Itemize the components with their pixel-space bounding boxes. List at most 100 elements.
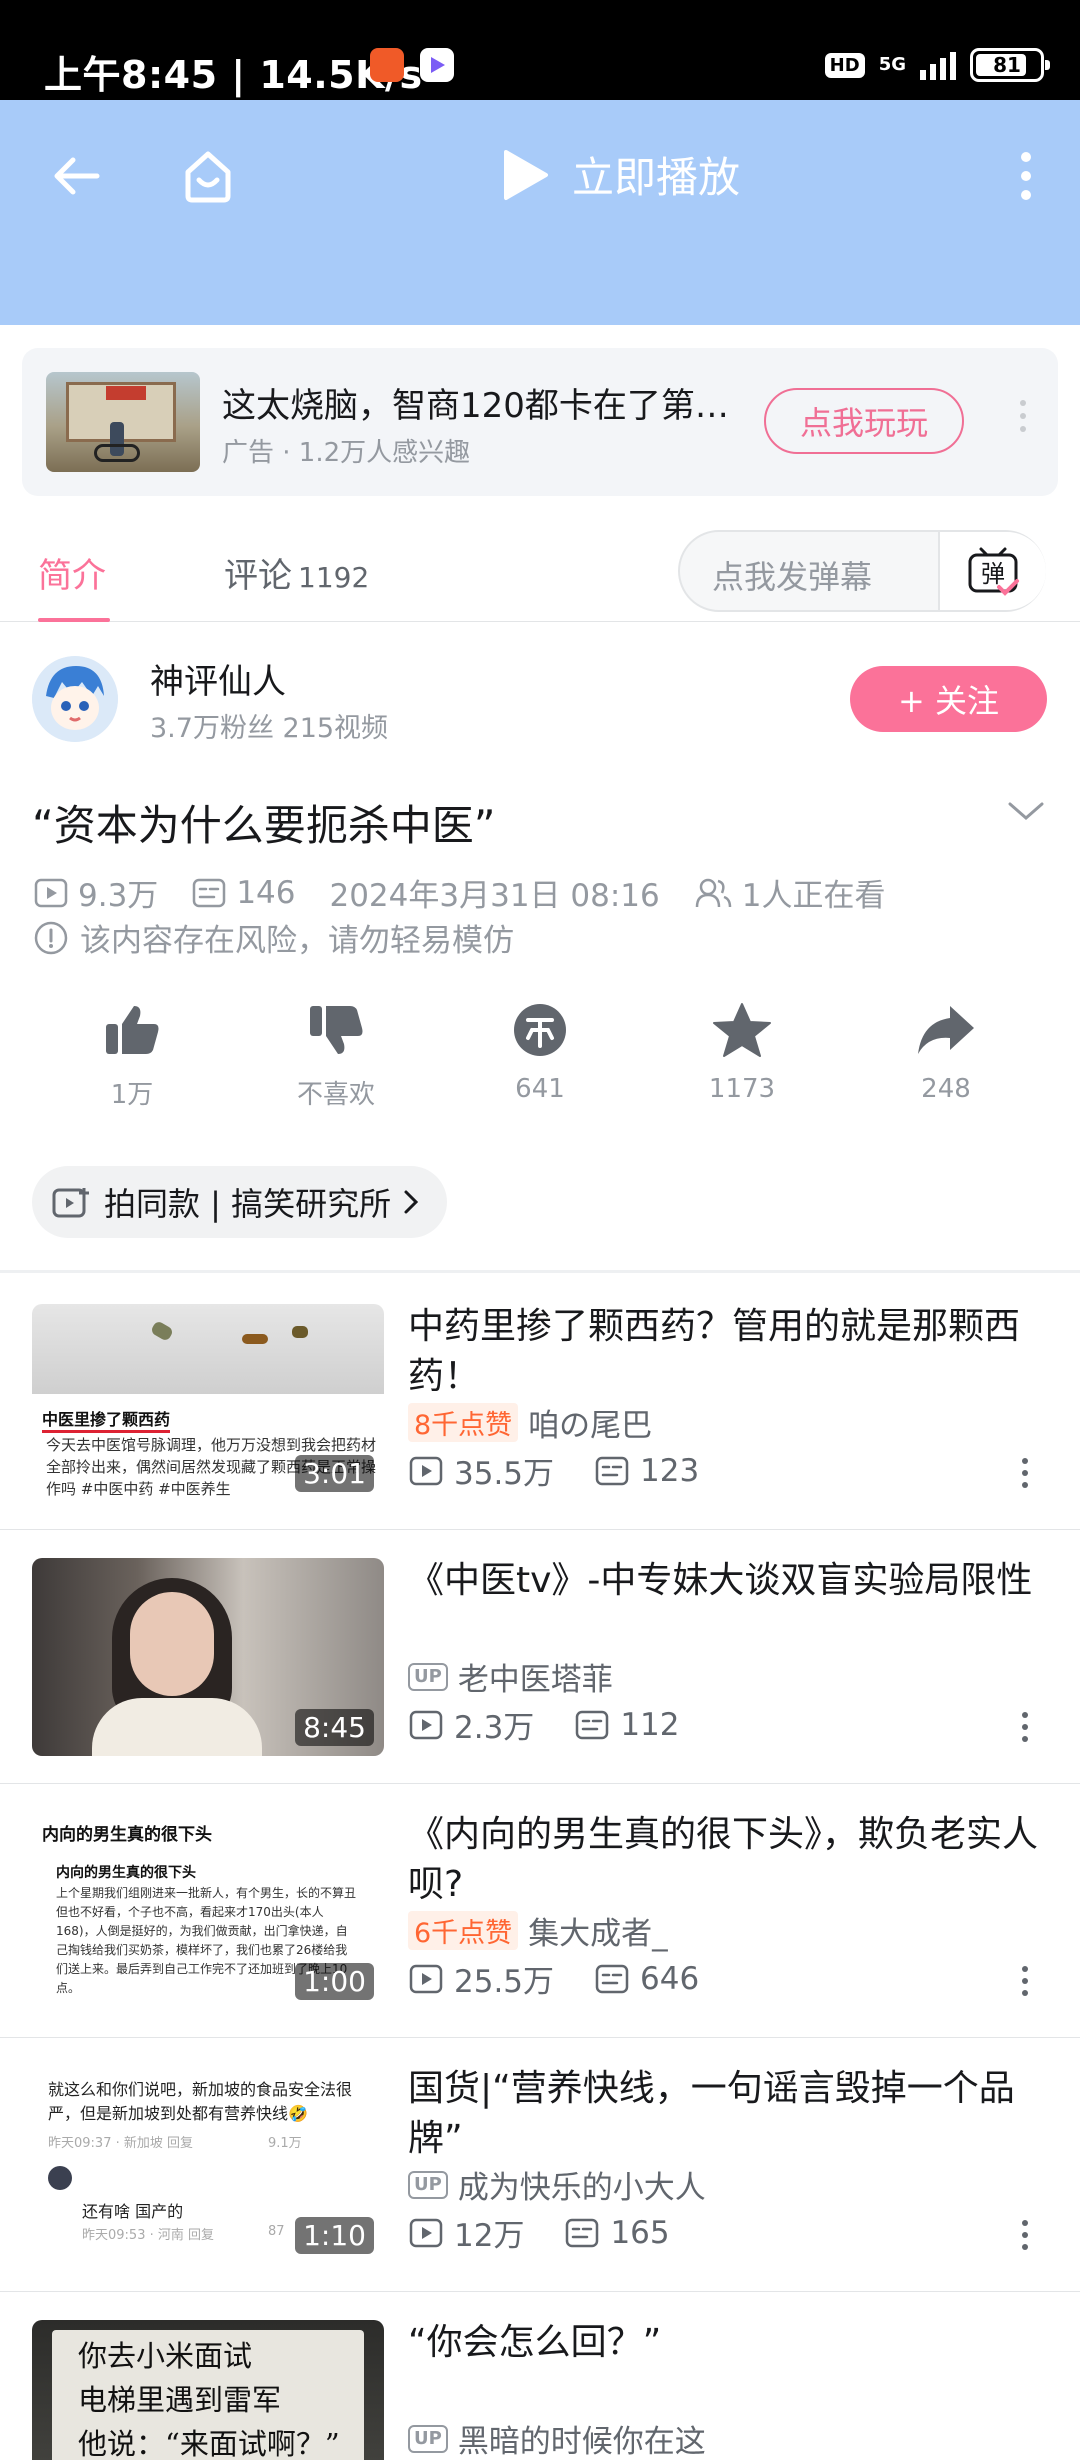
risk-text: 该内容存在风险，请勿轻易模仿 <box>80 923 514 959</box>
signal-icon <box>920 50 956 80</box>
thumb-likes-2: 87 <box>268 2224 285 2239</box>
ad-title: 这太烧脑，智商120都卡在了第… <box>222 386 729 426</box>
video-thumbnail: 内向的男生真的很下头 内向的男生真的很下头 上个星期我们组刚进来一批新人，有个男… <box>32 1812 384 2010</box>
list-item[interactable]: 就这么和你们说吧，新加坡的食品安全法很严，但是新加坡到处都有营养快线🤣 昨天09… <box>0 2038 1080 2292</box>
list-item[interactable]: 内向的男生真的很下头 内向的男生真的很下头 上个星期我们组刚进来一批新人，有个男… <box>0 1784 1080 2038</box>
video-title: 中药里掺了颗西药？管用的就是那颗西药！ <box>408 1306 1021 1397</box>
thumb-subheading: 内向的男生真的很下头 <box>56 1865 196 1881</box>
thumbs-up-icon <box>106 1006 159 1054</box>
more-vertical-icon[interactable] <box>1022 1966 1028 1996</box>
list-item[interactable]: 8:45 《中医tv》-中专妹大谈双盲实验局限性 UP 老中医塔菲 2.3万 1… <box>0 1530 1080 1784</box>
battery-icon: 81 <box>970 48 1050 82</box>
uploader-line: 6千点赞 集大成者_ <box>408 1908 668 1953</box>
video-thumbnail: 你去小米面试 电梯里遇到雷军 他说：“来面试啊？” <box>32 2320 384 2460</box>
danmaku-count: 123 <box>640 1452 700 1489</box>
coin-icon <box>514 1004 566 1056</box>
tab-intro[interactable]: 简介 <box>38 548 106 597</box>
active-tab-indicator <box>38 618 110 622</box>
dislike-label: 不喜欢 <box>296 1080 375 1110</box>
home-icon[interactable] <box>172 140 244 212</box>
ad-thumbnail <box>46 372 200 472</box>
share-count: 248 <box>921 1074 971 1104</box>
uploader-line: 8千点赞 咱の尾巴 <box>408 1400 652 1445</box>
more-vertical-icon[interactable] <box>1022 2220 1028 2250</box>
like-button[interactable]: 1万 <box>52 1002 212 1111</box>
video-player-area[interactable]: 立即播放 <box>0 100 1080 325</box>
video-thumbnail: 8:45 <box>32 1558 384 1756</box>
video-title: 《中医tv》-中专妹大谈双盲实验局限性 <box>408 1560 1033 1601</box>
tab-comments[interactable]: 评论 1192 <box>224 548 369 597</box>
more-vertical-icon[interactable] <box>990 140 1062 212</box>
thumbs-down-icon <box>310 1006 363 1054</box>
likes-badge: 8千点赞 <box>408 1403 519 1442</box>
publish-date: 2024年3月31日 08:16 <box>329 878 660 914</box>
view-count: 12万 <box>454 2218 525 2254</box>
danmaku-count: 165 <box>610 2214 670 2251</box>
tag-pill[interactable]: 拍同款 | 搞笑研究所 <box>32 1166 448 1238</box>
video-thumbnail: 中医里掺了颗西药 今天去中医馆号脉调理，他万万没想到我会把药材全部拎出来，偶然间… <box>32 1304 384 1502</box>
svg-text:弹: 弹 <box>981 560 1005 588</box>
thumb-meta-2: 昨天09:53 · 河南 回复 <box>82 2228 214 2243</box>
uploader-name: 集大成者_ <box>528 1916 668 1952</box>
coin-count: 641 <box>515 1074 565 1104</box>
star-icon <box>713 1003 771 1057</box>
thumb-heading: 中医里掺了颗西药 <box>42 1406 171 1433</box>
favorite-button[interactable]: 1173 <box>662 1002 822 1104</box>
like-count: 1万 <box>110 1080 154 1110</box>
video-template-icon <box>52 1188 89 1218</box>
thumb-heading: 内向的男生真的很下头 <box>42 1825 212 1845</box>
dislike-button[interactable]: 不喜欢 <box>256 1002 416 1111</box>
list-item[interactable]: 你去小米面试 电梯里遇到雷军 他说：“来面试啊？” “你会怎么回？” UP 黑暗… <box>0 2292 1080 2460</box>
danmaku-count: 646 <box>640 1960 700 1997</box>
up-badge-icon: UP <box>408 1662 448 1691</box>
thumb-likes: 9.1万 <box>268 2136 302 2151</box>
ad-card[interactable]: 这太烧脑，智商120都卡在了第… 广告 · 1.2万人感兴趣 点我玩玩 <box>22 348 1058 496</box>
hd-icon: HD <box>824 52 865 78</box>
follow-label: + 关注 <box>898 682 999 720</box>
action-bar: 1万 不喜欢 641 1173 248 <box>0 1002 1080 1122</box>
thumb-text: 你去小米面试 电梯里遇到雷军 他说：“来面试啊？” <box>78 2339 340 2460</box>
thumb-meta: 昨天09:37 · 新加坡 回复 <box>48 2136 193 2151</box>
danmaku-count-icon <box>595 1456 629 1485</box>
list-item[interactable]: 中医里掺了颗西药 今天去中医馆号脉调理，他万万没想到我会把药材全部拎出来，偶然间… <box>0 1276 1080 1530</box>
danmaku-count-icon <box>566 2218 599 2247</box>
view-count: 25.5万 <box>454 1964 555 2000</box>
more-vertical-icon[interactable] <box>1022 1712 1028 1742</box>
danmaku-count-icon <box>576 1710 609 1739</box>
danmaku-count-icon <box>193 878 226 907</box>
danmaku-toggle-icon[interactable]: 弹 <box>938 532 1046 610</box>
uploader-line: UP 成为快乐的小大人 <box>408 2162 706 2207</box>
chevron-down-icon[interactable] <box>1006 800 1046 828</box>
tab-intro-label: 简介 <box>38 556 106 596</box>
video-duration: 3:01 <box>295 1455 374 1492</box>
share-button[interactable]: 248 <box>866 1002 1026 1104</box>
watching-icon <box>695 878 731 907</box>
chevron-right-icon <box>404 1190 419 1214</box>
uploader-line: UP 老中医塔菲 <box>408 1654 613 1699</box>
play-now-button[interactable]: 立即播放 <box>500 144 740 205</box>
battery-level: 81 <box>993 53 1021 77</box>
danmaku-input[interactable]: 点我发弹幕 弹 <box>678 530 1046 612</box>
uploader-name[interactable]: 神评仙人 <box>150 654 286 703</box>
play-now-label: 立即播放 <box>572 153 741 202</box>
comment-count: 1192 <box>298 561 370 594</box>
views-icon <box>409 2218 443 2247</box>
follow-button[interactable]: + 关注 <box>850 666 1047 732</box>
uploader-name: 老中医塔菲 <box>457 1662 613 1698</box>
video-stats: 25.5万 646 <box>408 1956 699 2001</box>
more-vertical-icon[interactable] <box>1022 1458 1028 1488</box>
uploader-name: 黑暗的时候你在这 <box>457 2424 706 2460</box>
view-count: 9.3万 <box>78 878 159 914</box>
back-arrow-icon[interactable] <box>40 140 112 212</box>
uploader-line: UP 黑暗的时候你在这 <box>408 2416 706 2460</box>
ad-play-button[interactable]: 点我玩玩 <box>764 388 964 454</box>
video-title: “资本为什么要扼杀中医” <box>32 801 496 850</box>
video-duration: 8:45 <box>295 1709 374 1746</box>
network-type: 5G <box>878 54 906 75</box>
section-divider <box>0 1270 1080 1273</box>
views-icon <box>34 878 68 907</box>
avatar[interactable] <box>32 656 118 742</box>
coin-button[interactable]: 641 <box>460 1002 620 1104</box>
ad-more-icon[interactable] <box>1020 400 1026 432</box>
ad-meta: 广告 · 1.2万人感兴趣 <box>222 438 471 468</box>
